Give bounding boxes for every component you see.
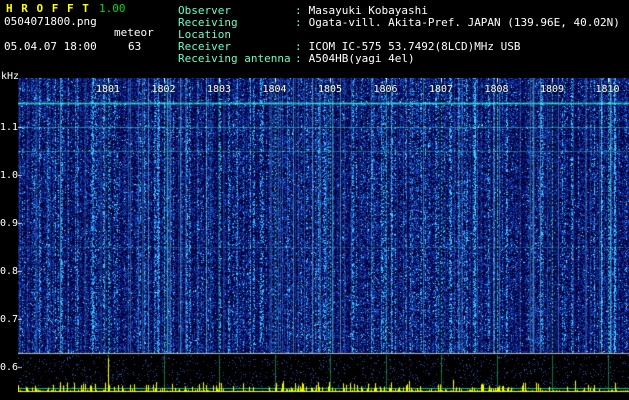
info-colon: : bbox=[295, 16, 302, 29]
info-row-location: Receiving Location: Ogata-vill. Akita-Pre… bbox=[178, 17, 620, 41]
time-tick-label: 1801 bbox=[95, 84, 121, 95]
info-colon: : bbox=[295, 52, 302, 65]
mode-label: meteor bbox=[114, 26, 154, 39]
y-tick-label: 1.0 bbox=[0, 170, 19, 181]
y-tick-label: 0.6 bbox=[0, 362, 19, 373]
time-tick-label: 1805 bbox=[317, 84, 343, 95]
app-title: H R O F F T bbox=[6, 2, 90, 15]
time-tick-label: 1802 bbox=[151, 84, 176, 95]
time-tick-label: 1804 bbox=[262, 84, 287, 95]
y-tick-label: 0.7 bbox=[0, 314, 19, 325]
y-tick-label: 1.1 bbox=[0, 122, 19, 133]
y-tick-label: 0.9 bbox=[0, 218, 19, 229]
info-row-antenna: Receiving antenna: A504HB(yagi 4el) bbox=[178, 53, 620, 65]
observer-info: Observer: Masayuki Kobayashi Receiving Lo… bbox=[178, 5, 620, 65]
y-tick-label: 0.8 bbox=[0, 266, 19, 277]
time-tick-label: 1807 bbox=[428, 84, 454, 95]
time-tick-label: 1810 bbox=[595, 84, 620, 95]
datetime-label: 05.04.07 18:00 bbox=[4, 40, 97, 53]
info-value: Ogata-vill. Akita-Pref. JAPAN (139.96E, … bbox=[308, 16, 620, 29]
hrofft-screen: H R O F F T 1.00 0504071800.png meteor 0… bbox=[0, 0, 629, 400]
info-label: Receiving Location bbox=[178, 16, 238, 41]
time-tick-label: 1808 bbox=[484, 84, 509, 95]
info-label: Receiving antenna bbox=[178, 52, 291, 65]
echo-count: 63 bbox=[128, 40, 142, 53]
time-tick-label: 1803 bbox=[206, 84, 232, 95]
time-tick-label: 1806 bbox=[373, 84, 398, 95]
output-filename: 0504071800.png bbox=[4, 15, 97, 28]
info-value: A504HB(yagi 4el) bbox=[308, 52, 415, 65]
y-axis-unit-label: kHz bbox=[1, 71, 20, 82]
app-version: 1.00 bbox=[99, 2, 126, 15]
time-tick-label: 1809 bbox=[539, 84, 565, 95]
spectrogram-canvas bbox=[18, 78, 629, 393]
